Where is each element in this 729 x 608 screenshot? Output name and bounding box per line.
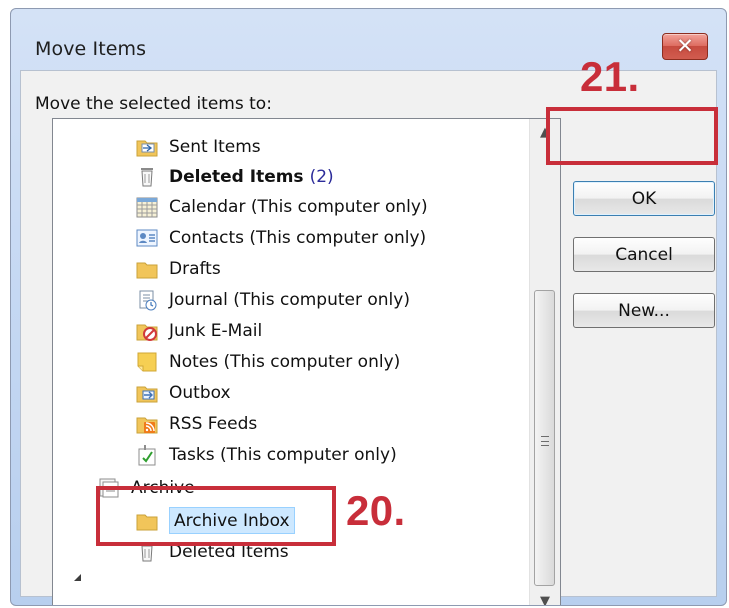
screen: Move Items ✕ Move the selected items to: <box>0 0 729 608</box>
folder-item-contacts[interactable]: Contacts (This computer only) <box>135 222 426 253</box>
scroll-thumb[interactable] <box>534 290 555 586</box>
collapse-triangle-icon[interactable] <box>71 571 83 583</box>
folder-label: RSS Feeds <box>169 413 258 434</box>
folder-item-journal[interactable]: Journal (This computer only) <box>135 284 410 315</box>
journal-icon <box>135 288 159 312</box>
rss-feeds-icon <box>135 412 159 436</box>
folder-label: Tasks (This computer only) <box>169 444 397 465</box>
outbox-icon <box>135 381 159 405</box>
unread-count: (2) <box>309 166 334 187</box>
folder-label: Notes (This computer only) <box>169 351 401 372</box>
folder-label: Sent Items <box>169 136 261 157</box>
folder-item-sent-items[interactable]: Sent Items <box>135 131 261 162</box>
folder-label: Archive Inbox <box>174 510 290 531</box>
archive-inbox-icon <box>135 509 159 533</box>
folder-item-deleted-items[interactable]: Deleted Items (2) <box>135 161 334 192</box>
drafts-icon <box>135 257 159 281</box>
folder-tree-list: Sent Items Deleted Items (2) Calendar (T… <box>53 119 531 605</box>
folder-item-drafts[interactable]: Drafts <box>135 253 221 284</box>
folder-item-calendar[interactable]: Calendar (This computer only) <box>135 191 428 222</box>
folder-item-junk-email[interactable]: Junk E-Mail <box>135 315 262 346</box>
move-prompt-label: Move the selected items to: <box>35 94 272 114</box>
dialog-title: Move Items <box>35 38 147 60</box>
folder-item-archive[interactable]: Archive <box>97 472 195 503</box>
folder-item-notes[interactable]: Notes (This computer only) <box>135 346 400 377</box>
close-icon: ✕ <box>676 33 694 58</box>
sent-items-icon <box>135 135 159 159</box>
folder-label: Journal (This computer only) <box>169 289 410 310</box>
ok-button[interactable]: OK <box>573 181 715 216</box>
deleted-items-icon <box>135 165 159 189</box>
tasks-icon <box>135 443 159 467</box>
new-folder-button[interactable]: New... <box>573 293 715 328</box>
annotation-step-20: 20. <box>346 487 406 534</box>
folder-label: Archive <box>131 477 195 498</box>
close-button[interactable]: ✕ <box>662 33 708 60</box>
folder-label: Drafts <box>169 258 221 279</box>
folder-item-tasks[interactable]: Tasks (This computer only) <box>135 439 397 470</box>
folder-tree-pane[interactable]: Sent Items Deleted Items (2) Calendar (T… <box>52 118 561 606</box>
folder-item-rss-feeds[interactable]: RSS Feeds <box>135 408 257 439</box>
folder-item-outbox[interactable]: Outbox <box>135 377 231 408</box>
folder-item-archive-deleted-items[interactable]: Deleted Items <box>135 536 289 567</box>
grip-icon <box>541 436 549 446</box>
dialog-button-group: OK Cancel New... <box>573 116 723 336</box>
vertical-scrollbar[interactable]: ▲ ▼ <box>529 119 560 606</box>
junk-email-icon <box>135 319 159 343</box>
contacts-icon <box>135 226 159 250</box>
folder-label: Outbox <box>169 382 231 403</box>
calendar-icon <box>135 195 159 219</box>
scroll-down-icon[interactable]: ▼ <box>530 588 560 606</box>
annotation-step-21: 21. <box>580 53 640 100</box>
cancel-button[interactable]: Cancel <box>573 237 715 272</box>
folder-label: Contacts (This computer only) <box>169 227 427 248</box>
folder-label: Junk E-Mail <box>169 320 263 341</box>
archive-deleted-items-icon <box>135 540 159 564</box>
folder-label: Deleted Items <box>169 166 304 187</box>
folder-label: Calendar (This computer only) <box>169 196 428 217</box>
folder-item-archive-inbox[interactable]: Archive Inbox <box>135 505 295 536</box>
archive-folder-icon <box>97 476 121 500</box>
notes-icon <box>135 350 159 374</box>
folder-label: Deleted Items <box>169 541 289 562</box>
scroll-up-icon[interactable]: ▲ <box>530 119 560 145</box>
